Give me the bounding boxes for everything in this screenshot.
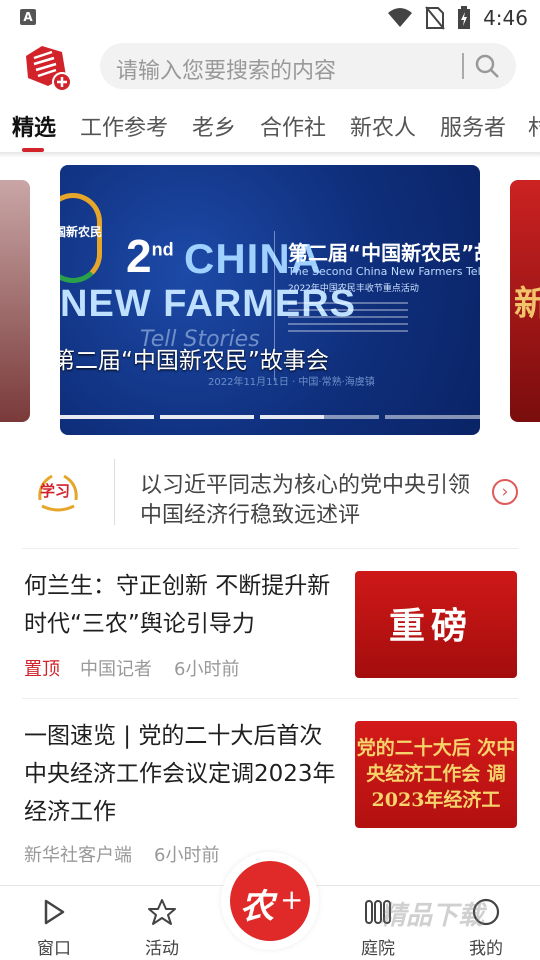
star-icon [148,899,176,925]
tab-servicers[interactable]: 服务者 [440,110,506,142]
article-item[interactable]: 一图速览 | 党的二十大后首次中央经济工作会议定调2023年经济工作 新华社客户… [0,715,540,875]
app-logo[interactable] [22,42,74,92]
divider [22,698,518,699]
carousel-dot[interactable] [60,415,154,419]
article-title[interactable]: 一图速览 | 党的二十大后首次中央经济工作会议定调2023年经济工作 [24,717,344,831]
no-sim-icon [425,6,445,30]
fab-inner: 农 + [230,861,310,941]
carousel-dot[interactable] [385,415,480,419]
article-source: 新华社客户端 [24,845,132,866]
search-input[interactable]: 请输入您要搜索的内容 [116,53,336,85]
carousel-dot[interactable] [260,415,324,419]
search-icon[interactable] [474,53,500,79]
status-icons: 4:46 [387,6,528,30]
tab-work-reference[interactable]: 工作参考 [80,110,168,142]
tab-activity-label: 活动 [145,939,179,959]
tab-window-label: 窗口 [37,939,71,959]
watermark: 精品下载 [380,901,485,931]
banner-slide[interactable]: 国新农民 2nd CHINA NEW FARMERS Tell Stories … [60,165,480,435]
tab-courtyard-label: 庭院 [361,939,395,959]
article-source: 中国记者 [80,659,152,680]
carousel-dot[interactable] [324,415,379,419]
carousel-dot[interactable] [160,415,254,419]
fab-text: 农 [240,887,274,927]
publish-fab-button[interactable]: 农 + [221,852,319,950]
tab-fellow-villagers[interactable]: 老乡 [192,110,236,142]
carousel-next-card[interactable]: 新 [510,180,540,422]
banner-date-line: 2022年11月11日 · 中国·常熟·海虞镇 [208,377,375,388]
article-meta: 置顶 中国记者 6小时前 [24,655,239,681]
app-notification-icon: A [20,9,36,25]
study-divider [114,459,115,525]
divider [22,548,518,549]
study-badge-text: 学习 [40,482,71,500]
play-icon [44,899,65,925]
study-headline-row[interactable]: 学习 以习近平同志为核心的党中央引领中国经济行稳致远述评 › [0,455,540,545]
banner-fine-print [288,297,408,337]
category-tabs: 精选 工作参考 老乡 合作社 新农人 服务者 村 [0,100,540,152]
thumbnail-text: 重磅 [389,605,474,647]
plus-icon: + [280,883,304,916]
next-card-text: 新 [514,284,540,324]
tab-featured[interactable]: 精选 [12,110,56,142]
article-meta: 新华社客户端 6小时前 [24,841,219,867]
tab-village[interactable]: 村 [528,110,540,142]
search-divider [462,53,464,79]
banner-right-title: 第二届“中国新农民”故事 [288,241,480,265]
header: 请输入您要搜索的内容 [0,36,540,96]
search-bar[interactable]: 请输入您要搜索的内容 [100,43,516,89]
banner-badge-text: 国新农民 [60,225,103,239]
pinned-badge: 置顶 [24,659,60,680]
chevron-right-icon[interactable]: › [492,479,518,505]
carousel-indicator [60,415,480,419]
tab-window[interactable]: 窗口 [14,898,94,959]
article-title[interactable]: 何兰生：守正创新 不断提升新时代“三农”舆论引导力 [24,567,344,643]
study-badge: 学习 [34,470,82,514]
banner-ordinal: 2nd [126,230,174,282]
study-headline[interactable]: 以习近平同志为核心的党中央引领中国经济行稳致远述评 [140,471,490,531]
clock: 4:46 [483,6,528,30]
carousel-prev-card[interactable] [0,180,30,422]
logo-icon [26,46,72,92]
article-time: 6小时前 [174,659,240,680]
status-bar: A 4:46 [0,0,540,36]
tabs-divider [0,152,540,158]
tab-cooperative[interactable]: 合作社 [260,110,326,142]
article-thumbnail[interactable]: 党的二十大后 次中央经济工作会 调2023年经济工 [355,721,517,828]
banner-right-subtitle-cn: 2022年中国农民丰收节重点活动 [288,284,419,294]
battery-charging-icon [458,6,471,29]
tab-activity[interactable]: 活动 [122,898,202,959]
banner-caption: 第二届“中国新农民”故事会 [60,348,329,374]
banner-carousel[interactable]: 新 国新农民 2nd CHINA NEW FARMERS Tell Storie… [0,160,540,445]
thumbnail-text: 党的二十大后 次中央经济工作会 调2023年经济工 [356,737,516,811]
tab-profile-label: 我的 [469,939,503,959]
article-item[interactable]: 何兰生：守正创新 不断提升新时代“三农”舆论引导力 置顶 中国记者 6小时前 重磅 [0,565,540,685]
article-thumbnail[interactable]: 重磅 [355,571,517,678]
tab-new-farmers[interactable]: 新农人 [350,110,416,142]
article-time: 6小时前 [154,845,220,866]
banner-right-subtitle-en: The Second China New Farmers Tell Stor [288,265,480,278]
wifi-icon [388,8,413,27]
